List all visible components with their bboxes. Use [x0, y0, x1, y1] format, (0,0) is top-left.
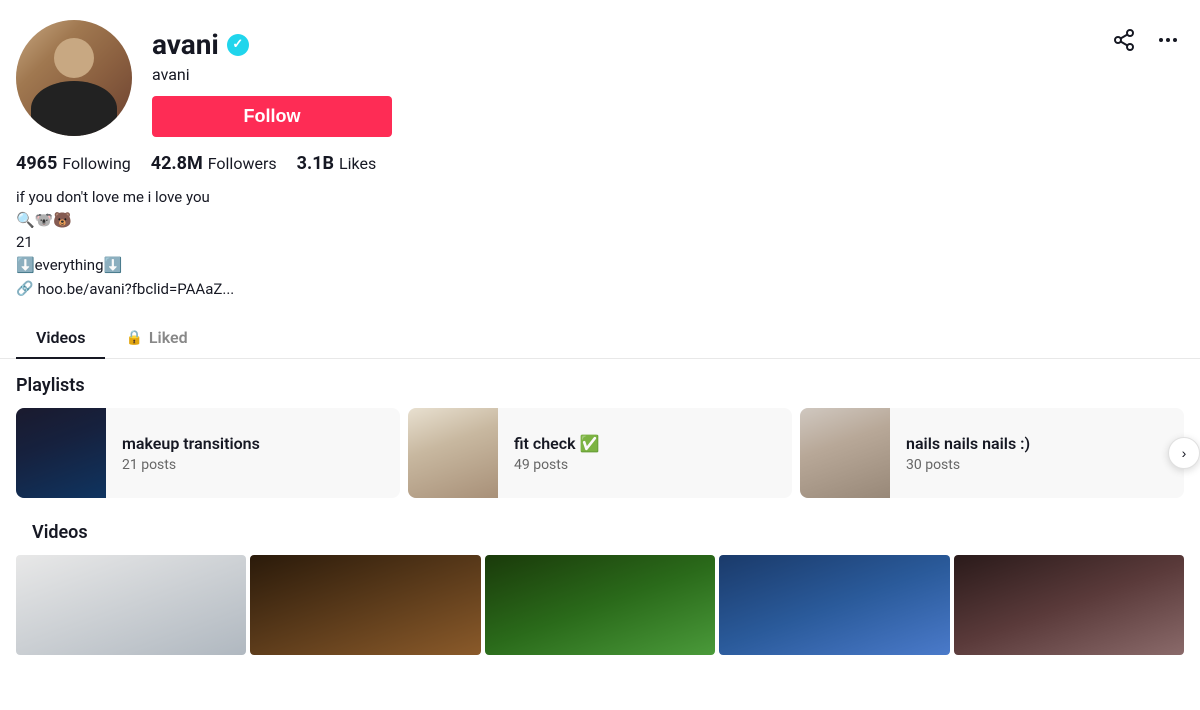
- playlist-card-nails[interactable]: nails nails nails :) 30 posts: [800, 408, 1184, 498]
- following-count: 4965: [16, 153, 57, 174]
- following-stat: 4965 Following: [16, 153, 131, 174]
- username-row: avani: [152, 28, 1184, 61]
- profile-section: avani avani Follow: [0, 0, 1200, 137]
- tab-videos[interactable]: Videos: [16, 318, 105, 359]
- likes-label: Likes: [339, 154, 376, 173]
- video-thumb-3[interactable]: [485, 555, 715, 655]
- stats-row: 4965 Following 42.8M Followers 3.1B Like…: [0, 137, 1200, 174]
- tab-videos-label: Videos: [36, 328, 85, 347]
- profile-info: avani avani Follow: [152, 20, 1184, 137]
- videos-section: Videos: [0, 498, 1200, 655]
- follow-button[interactable]: Follow: [152, 96, 392, 137]
- username: avani: [152, 28, 219, 61]
- following-label: Following: [62, 154, 130, 173]
- playlist-card-fitcheck[interactable]: fit check ✅ 49 posts: [408, 408, 792, 498]
- playlist-posts-nails: 30 posts: [906, 457, 1168, 473]
- followers-label: Followers: [208, 154, 277, 173]
- playlist-info-nails: nails nails nails :) 30 posts: [890, 422, 1184, 485]
- share-button[interactable]: [1108, 24, 1140, 62]
- video-thumb-2[interactable]: [250, 555, 480, 655]
- playlists-title: Playlists: [0, 359, 1200, 408]
- playlist-posts-makeup: 21 posts: [122, 457, 384, 473]
- followers-count: 42.8M: [151, 153, 203, 174]
- videos-grid: [16, 555, 1184, 655]
- followers-stat: 42.8M Followers: [151, 153, 277, 174]
- tabs-row: Videos 🔒 Liked: [0, 318, 1200, 359]
- link-icon: 🔗: [16, 281, 33, 297]
- link-text: hoo.be/avani?fbclid=PAAaZ...: [37, 280, 234, 298]
- playlist-card-makeup[interactable]: makeup transitions 21 posts: [16, 408, 400, 498]
- playlist-name-makeup: makeup transitions: [122, 434, 384, 453]
- bio-link[interactable]: 🔗 hoo.be/avani?fbclid=PAAaZ...: [16, 280, 1184, 298]
- playlist-thumb-fitcheck: [408, 408, 498, 498]
- avatar-image: [16, 20, 132, 136]
- bio-line-4: ⬇️everything⬇️: [16, 254, 1184, 277]
- likes-stat: 3.1B Likes: [297, 153, 377, 174]
- playlist-info-makeup: makeup transitions 21 posts: [106, 422, 400, 485]
- lock-icon: 🔒: [125, 330, 142, 346]
- tab-liked-label: Liked: [149, 328, 188, 347]
- bio-line-1: if you don't love me i love you: [16, 186, 1184, 209]
- playlist-thumb-makeup: [16, 408, 106, 498]
- playlist-posts-fitcheck: 49 posts: [514, 457, 776, 473]
- playlist-thumb-nails: [800, 408, 890, 498]
- more-options-button[interactable]: [1152, 24, 1184, 62]
- tab-liked[interactable]: 🔒 Liked: [105, 318, 207, 359]
- bio-section: if you don't love me i love you 🔍🐨🐻 21 ⬇…: [0, 174, 1200, 298]
- verified-badge: [227, 34, 249, 56]
- video-thumb-5[interactable]: [954, 555, 1184, 655]
- playlist-name-fitcheck: fit check ✅: [514, 434, 776, 453]
- likes-count: 3.1B: [297, 153, 334, 174]
- display-name: avani: [152, 65, 1184, 84]
- playlists-row: makeup transitions 21 posts fit check ✅ …: [0, 408, 1200, 498]
- videos-title: Videos: [16, 506, 1184, 555]
- actions-row: [1108, 24, 1184, 62]
- bio-line-2: 🔍🐨🐻: [16, 209, 1184, 232]
- playlist-info-fitcheck: fit check ✅ 49 posts: [498, 422, 792, 485]
- video-thumb-1[interactable]: [16, 555, 246, 655]
- playlist-name-nails: nails nails nails :): [906, 434, 1168, 453]
- scroll-right-button[interactable]: ›: [1168, 437, 1200, 469]
- bio-line-3: 21: [16, 231, 1184, 254]
- video-thumb-4[interactable]: [719, 555, 949, 655]
- avatar: [16, 20, 132, 136]
